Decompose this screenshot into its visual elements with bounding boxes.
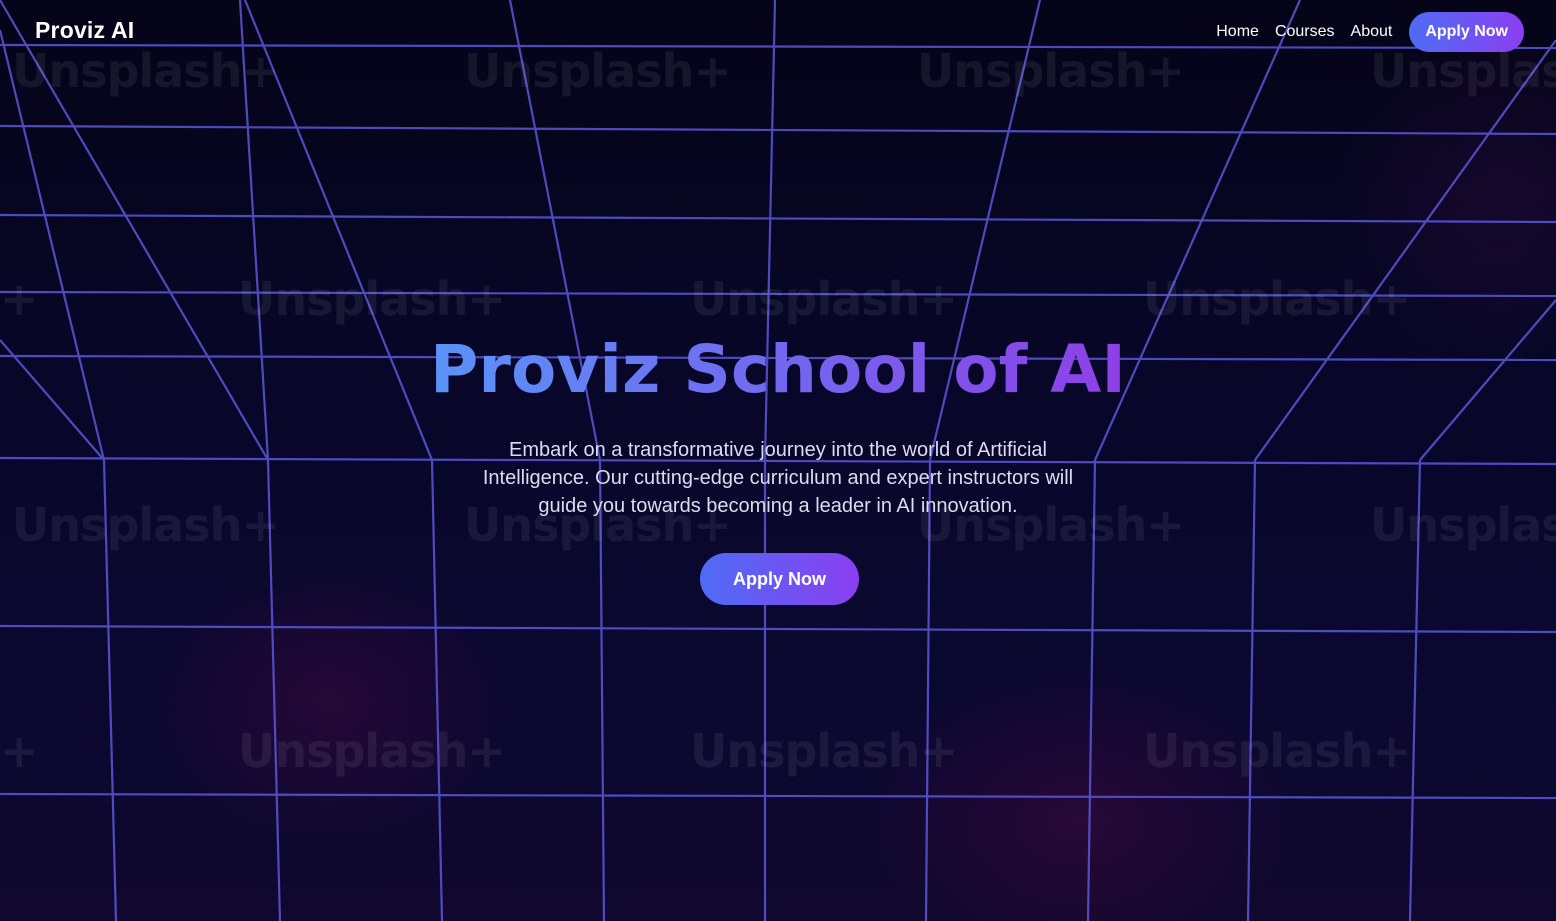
watermark-text: Unsplash+ (917, 44, 1185, 98)
nav-courses-link[interactable]: Courses (1275, 23, 1335, 41)
hero-section: Unsplash+ Unsplash+ Unsplash+ Unsplas + … (0, 0, 1556, 921)
watermark-text: Unsplash+ (690, 272, 958, 326)
hero-title-text: Proviz School of AI (430, 331, 1126, 408)
site-logo[interactable]: Proviz AI (35, 17, 134, 44)
watermark-text: Unsplash+ (238, 272, 506, 326)
watermark-text: Unsplash+ (1143, 272, 1411, 326)
hero-subtitle-line: Intelligence. Our cutting-edge curriculu… (482, 467, 1074, 489)
main-nav: Home Courses About Apply Now (1216, 12, 1524, 52)
nav-apply-button[interactable]: Apply Now (1409, 12, 1524, 52)
watermark-text: Unsplash+ (464, 44, 732, 98)
hero-title: Proviz School of AI (0, 326, 1556, 414)
watermark-text: Unsplash+ (12, 44, 280, 98)
watermark-text: + (0, 272, 39, 326)
hero-subtitle-line: Embark on a transformative journey into … (508, 439, 1048, 461)
hero-apply-button[interactable]: Apply Now (700, 553, 859, 605)
hero-subtitle-line: guide you towards becoming a leader in A… (538, 495, 1018, 517)
watermark-text: Unsplas (1370, 44, 1556, 98)
watermark-text: Unsplash+ (690, 724, 958, 778)
watermark-text: + (0, 724, 39, 778)
watermark-text: Unsplash+ (238, 724, 506, 778)
nav-home-link[interactable]: Home (1216, 23, 1259, 41)
hero-subtitle: Embark on a transformative journey into … (0, 436, 1556, 520)
watermark-text: Unsplash+ (1143, 724, 1411, 778)
nav-about-link[interactable]: About (1351, 23, 1393, 41)
